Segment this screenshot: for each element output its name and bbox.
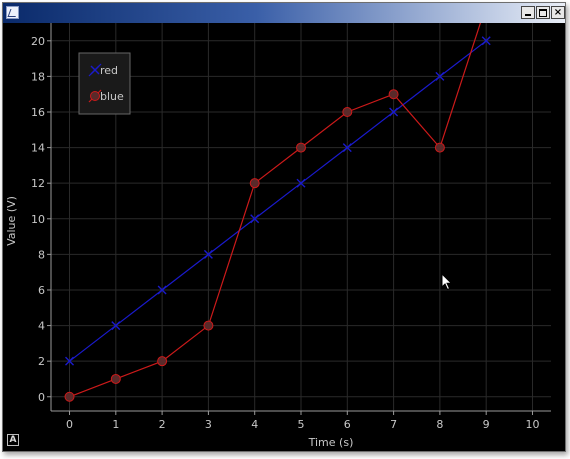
data-point-blue [203, 320, 214, 331]
y-tick-label: 18 [31, 70, 45, 83]
plot-window: × 0 1 2 3 4 5 6 7 8 9 10 0 2 4 6 8 10 12 14 16 18 20 Time (s) V… [2, 2, 566, 452]
minimize-button[interactable] [521, 6, 535, 19]
maximize-button[interactable] [536, 6, 550, 19]
y-tick-label: 8 [38, 248, 45, 261]
plot-area[interactable]: 0 1 2 3 4 5 6 7 8 9 1002468101214161820Time (s)Val… [3, 23, 565, 451]
x-tick-label: 10 [525, 418, 539, 431]
x-tick-label: 9 [483, 418, 490, 431]
data-point-blue [388, 89, 399, 100]
y-axis-title: Value (V) [5, 196, 18, 246]
data-point-blue [342, 106, 353, 117]
data-point-blue [157, 356, 168, 367]
close-icon: × [553, 7, 563, 18]
y-tick-label: 12 [31, 177, 45, 190]
x-tick-label: 8 [436, 418, 443, 431]
y-tick-label: 14 [31, 142, 45, 155]
data-point-blue [64, 391, 75, 402]
data-point-blue [296, 142, 306, 153]
legend-marker-blue [90, 91, 100, 101]
x-tick-label: 3 [205, 418, 212, 431]
x-tick-label: 4 [251, 418, 258, 431]
y-tick-label: 16 [31, 106, 45, 119]
legend-label-red: red [100, 64, 118, 77]
x-axis-title: Time (s) [308, 436, 354, 449]
y-tick-label: 10 [31, 213, 45, 226]
mouse-cursor-icon [441, 273, 453, 291]
x-tick-label: 6 [344, 418, 351, 431]
data-point-blue [434, 142, 445, 153]
legend-label-blue: blue [100, 90, 124, 103]
app-icon[interactable] [6, 6, 19, 19]
y-tick-label: 6 [38, 284, 45, 297]
y-tick-label: 20 [31, 35, 45, 48]
y-tick-label: 0 [38, 391, 45, 404]
x-tick-label: 5 [298, 418, 305, 431]
legend: red blue [78, 52, 131, 115]
auto-scale-button[interactable]: A [7, 434, 19, 446]
x-tick-label: 0 [66, 418, 73, 431]
y-tick-label: 4 [38, 320, 45, 333]
close-button[interactable]: × [551, 6, 565, 19]
y-tick-label: 2 [38, 355, 45, 368]
data-point-blue [249, 178, 260, 189]
x-tick-label: 2 [159, 418, 166, 431]
title-bar[interactable]: × [3, 3, 565, 23]
x-tick-label: 1 [112, 418, 119, 431]
data-point-blue [110, 373, 121, 384]
x-tick-label: 7 [390, 418, 397, 431]
legend-box [78, 52, 131, 115]
